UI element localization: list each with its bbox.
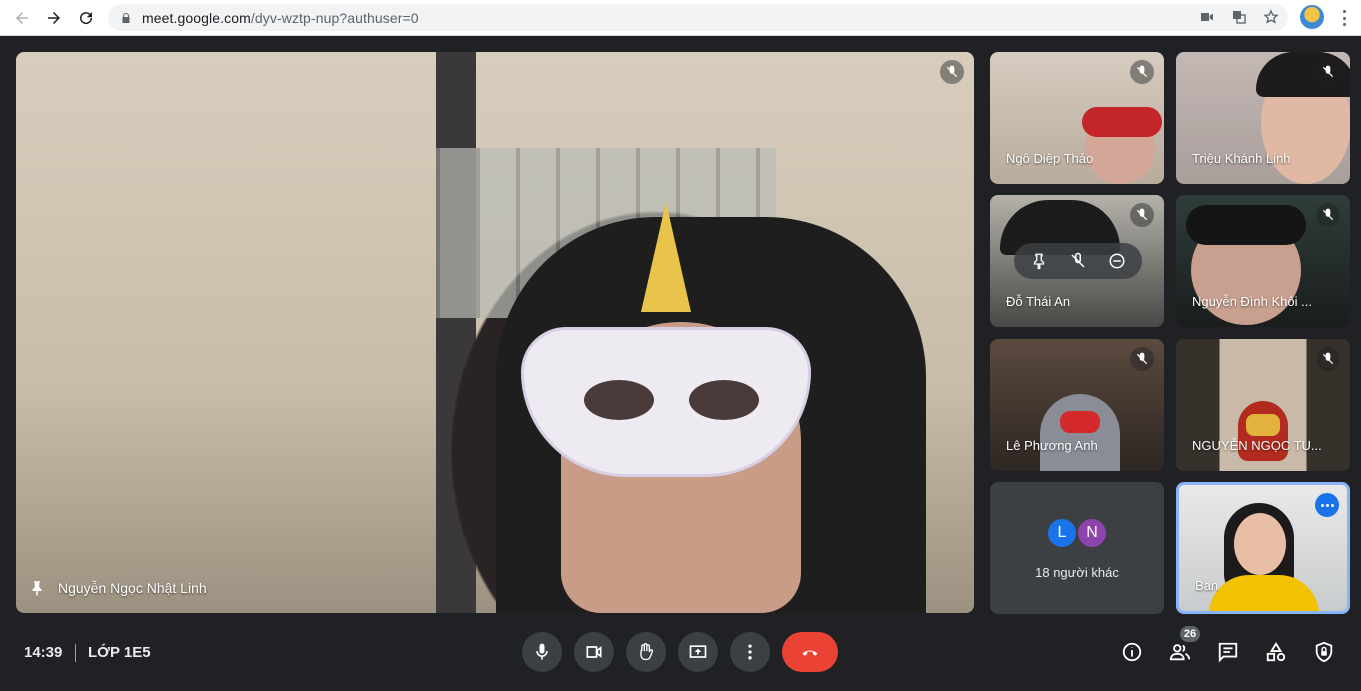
participant-name: Triệu Khánh Linh	[1192, 151, 1291, 166]
shapes-icon	[1266, 642, 1286, 662]
hand-icon	[640, 643, 654, 661]
microphone-button[interactable]	[522, 632, 562, 672]
more-vert-icon	[748, 644, 752, 660]
participant-name: Đỗ Thái An	[1006, 294, 1071, 309]
self-view-tile[interactable]: Ban	[1176, 482, 1350, 614]
address-bar[interactable]: meet.google.com/dyv-wztp-nup?authuser=0	[108, 4, 1288, 31]
url-text: meet.google.com/dyv-wztp-nup?authuser=0	[142, 9, 419, 26]
mic-off-icon	[940, 60, 964, 84]
meeting-time: 14:39	[24, 644, 63, 661]
present-screen-button[interactable]	[678, 632, 718, 672]
others-count-label: 18 người khác	[1035, 564, 1119, 580]
participant-tile[interactable]: NGUYỄN NGỌC TU...	[1176, 339, 1350, 471]
main-video-tile[interactable]: Nguyễn Ngọc Nhật Linh	[16, 52, 974, 613]
leave-call-button[interactable]	[782, 632, 838, 672]
shield-lock-icon	[1315, 641, 1333, 663]
call-end-icon	[802, 650, 818, 656]
participant-name: NGUYỄN NGỌC TU...	[1192, 438, 1322, 453]
mic-off-icon	[1130, 203, 1154, 227]
mic-off-icon	[1316, 347, 1340, 371]
mic-off-icon	[1130, 347, 1154, 371]
forward-arrow-icon[interactable]	[38, 2, 70, 34]
browser-toolbar: meet.google.com/dyv-wztp-nup?authuser=0	[0, 0, 1361, 36]
mic-off-icon[interactable]	[1067, 250, 1089, 272]
participant-tile[interactable]: Nguyễn Đình Khôi ...	[1176, 195, 1350, 327]
mic-off-icon	[1130, 60, 1154, 84]
more-options-icon[interactable]	[1315, 493, 1339, 517]
mic-off-icon	[1316, 203, 1340, 227]
mic-icon	[536, 643, 548, 660]
avatar: N	[1076, 516, 1108, 549]
profile-avatar[interactable]	[1300, 5, 1324, 29]
chat-button[interactable]	[1216, 640, 1240, 664]
bottom-control-bar: 14:39 LỚP 1E5 26	[0, 622, 1361, 691]
main-speaker-name: Nguyễn Ngọc Nhật Linh	[58, 580, 207, 596]
pin-icon[interactable]	[1028, 250, 1050, 272]
participant-tile[interactable]: Ngô Diệp Thảo	[990, 52, 1164, 184]
unicorn-horn	[641, 202, 691, 312]
raise-hand-button[interactable]	[626, 632, 666, 672]
activities-button[interactable]	[1264, 640, 1288, 664]
chat-icon	[1218, 642, 1238, 663]
participant-name: Ngô Diệp Thảo	[1006, 151, 1094, 166]
info-icon	[1122, 642, 1142, 662]
tile-hover-controls	[1014, 243, 1142, 279]
lock-icon	[122, 12, 130, 23]
mic-off-icon	[1316, 60, 1340, 84]
unicorn-mask	[521, 327, 811, 477]
participant-name: Ban	[1195, 578, 1219, 593]
pin-icon[interactable]	[28, 579, 46, 597]
remove-icon[interactable]	[1106, 250, 1128, 272]
camera-button[interactable]	[574, 632, 614, 672]
participant-tile[interactable]: Lê Phương Anh	[990, 339, 1164, 471]
divider	[75, 644, 76, 662]
host-controls-button[interactable]	[1312, 640, 1336, 664]
more-options-button[interactable]	[730, 632, 770, 672]
more-vert-icon[interactable]	[1336, 8, 1352, 28]
others-tile[interactable]: L N 18 người khác	[990, 482, 1164, 614]
meeting-name: LỚP 1E5	[88, 644, 151, 661]
participant-tile[interactable]: Đỗ Thái An	[990, 195, 1164, 327]
translate-icon[interactable]	[1230, 8, 1248, 26]
people-icon	[1169, 644, 1191, 661]
reload-icon[interactable]	[70, 2, 102, 34]
avatar: L	[1046, 516, 1078, 549]
videocam-icon	[586, 646, 602, 658]
participant-tile[interactable]: Triệu Khánh Linh	[1176, 52, 1350, 184]
participant-name: Nguyễn Đình Khôi ...	[1192, 294, 1312, 309]
back-arrow-icon[interactable]	[6, 2, 38, 34]
participant-name: Lê Phương Anh	[1006, 438, 1098, 453]
camera-icon[interactable]	[1198, 8, 1216, 26]
people-button[interactable]	[1168, 640, 1192, 664]
star-icon[interactable]	[1262, 8, 1280, 26]
present-icon	[689, 645, 707, 658]
meeting-details-button[interactable]	[1120, 640, 1144, 664]
